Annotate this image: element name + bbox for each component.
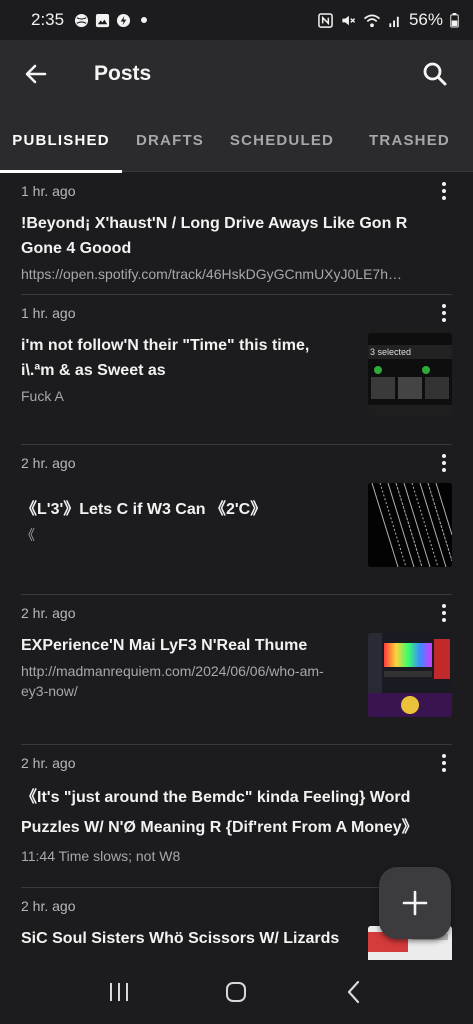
app-bar: Posts — [0, 40, 473, 108]
post-body: i'm not follow'N their "Time" this time,… — [21, 333, 452, 417]
post-thumbnail — [368, 483, 452, 567]
post-texts: 《L'3'》Lets C if W3 Can 《2'C》 《 — [21, 483, 346, 567]
ball-icon — [75, 13, 89, 27]
post-body: EXPerience'N Mai LyF3 N'Real Thume http:… — [21, 633, 452, 717]
post-title: SiC Soul Sisters Whö Scissors W/ Lizards — [21, 930, 340, 947]
post-body: 《It's "just around the Bemdc" kinda Feel… — [21, 783, 452, 866]
post-list: 1 hr. ago !Beyond¡ X'haust'N / Long Driv… — [0, 173, 473, 960]
post-time: 1 hr. ago — [21, 183, 76, 199]
plus-icon — [402, 890, 428, 916]
list-item[interactable]: 2 hr. ago EXPerience'N Mai LyF3 N'Real T… — [21, 595, 452, 745]
battery-percent: 56% — [408, 10, 443, 29]
back-button[interactable] — [0, 40, 72, 108]
list-item[interactable]: 1 hr. ago i'm not follow'N their "Time" … — [21, 295, 452, 445]
bolt-icon — [117, 13, 131, 27]
post-texts: SiC Soul Sisters Whö Scissors W/ Lizards — [21, 926, 346, 960]
post-time: 2 hr. ago — [21, 755, 76, 771]
list-item[interactable]: 2 hr. ago 《It's "just around the Bemdc" … — [21, 745, 452, 888]
post-excerpt: 11:44 Time slows; not W8 — [21, 848, 181, 864]
post-texts: i'm not follow'N their "Time" this time,… — [21, 333, 346, 417]
post-body: 《L'3'》Lets C if W3 Can 《2'C》 《 — [21, 483, 452, 567]
arrow-left-icon — [25, 64, 47, 84]
post-title: !Beyond¡ X'haust'N / Long Drive Aways Li… — [21, 215, 408, 257]
more-options-button[interactable] — [428, 297, 460, 329]
search-icon — [423, 62, 447, 86]
post-time: 2 hr. ago — [21, 605, 76, 621]
wifi-icon — [363, 14, 381, 27]
list-item[interactable]: 1 hr. ago !Beyond¡ X'haust'N / Long Driv… — [21, 173, 452, 295]
notification-icons — [74, 13, 148, 28]
signal-icon — [389, 16, 399, 27]
post-excerpt: 《 — [21, 527, 35, 543]
home-button[interactable] — [206, 967, 266, 1017]
search-button[interactable] — [405, 40, 465, 108]
post-thumbnail — [368, 633, 452, 717]
list-item[interactable]: 2 hr. ago 《L'3'》Lets C if W3 Can 《2'C》 《 — [21, 445, 452, 595]
post-title: i'm not follow'N their "Time" this time,… — [21, 337, 310, 379]
post-status-tabs: PUBLISHED DRAFTS SCHEDULED TRASHED — [0, 108, 473, 173]
system-nav-bar — [0, 960, 473, 1024]
mute-icon — [342, 15, 356, 25]
nfc-icon — [318, 12, 333, 28]
more-options-button[interactable] — [428, 175, 460, 207]
more-options-button[interactable] — [428, 747, 460, 779]
more-notifications-dot — [141, 17, 148, 23]
recents-button[interactable] — [89, 967, 149, 1017]
new-post-button[interactable] — [379, 867, 451, 939]
more-options-button[interactable] — [428, 447, 460, 479]
post-title: 《It's "just around the Bemdc" kinda Feel… — [21, 789, 418, 836]
post-body: !Beyond¡ X'haust'N / Long Drive Aways Li… — [21, 211, 452, 284]
system-back-button[interactable] — [324, 967, 384, 1017]
post-time: 1 hr. ago — [21, 305, 76, 321]
post-texts: 《It's "just around the Bemdc" kinda Feel… — [21, 783, 452, 866]
more-options-button[interactable] — [428, 597, 460, 629]
post-texts: EXPerience'N Mai LyF3 N'Real Thume http:… — [21, 633, 346, 717]
post-title: 《L'3'》Lets C if W3 Can 《2'C》 — [21, 501, 267, 518]
tab-trashed[interactable]: TRASHED — [346, 108, 473, 172]
tab-scheduled[interactable]: SCHEDULED — [218, 108, 346, 172]
thumb-caption: 3 selected — [370, 347, 411, 357]
tab-published[interactable]: PUBLISHED — [0, 108, 122, 173]
post-time: 2 hr. ago — [21, 455, 76, 471]
system-icons: 56% — [318, 10, 459, 30]
status-time: 2:35 — [31, 10, 65, 29]
tab-drafts[interactable]: DRAFTS — [122, 108, 218, 172]
back-nav-icon — [348, 980, 360, 1004]
post-texts: !Beyond¡ X'haust'N / Long Drive Aways Li… — [21, 211, 452, 284]
post-title: EXPerience'N Mai LyF3 N'Real Thume — [21, 637, 308, 654]
post-excerpt: Fuck A — [21, 388, 64, 404]
image-icon — [96, 13, 110, 27]
home-icon — [226, 982, 247, 1002]
recents-icon — [109, 983, 128, 1001]
page-title: Posts — [94, 62, 152, 85]
post-thumbnail: 3 selected — [368, 333, 452, 417]
post-excerpt: http://madmanrequiem.com/2024/06/06/who-… — [21, 663, 324, 699]
post-excerpt: https://open.spotify.com/track/46HskDGyG… — [21, 266, 402, 282]
status-bar: 2:35 56% — [0, 0, 473, 40]
battery-icon — [450, 12, 459, 28]
